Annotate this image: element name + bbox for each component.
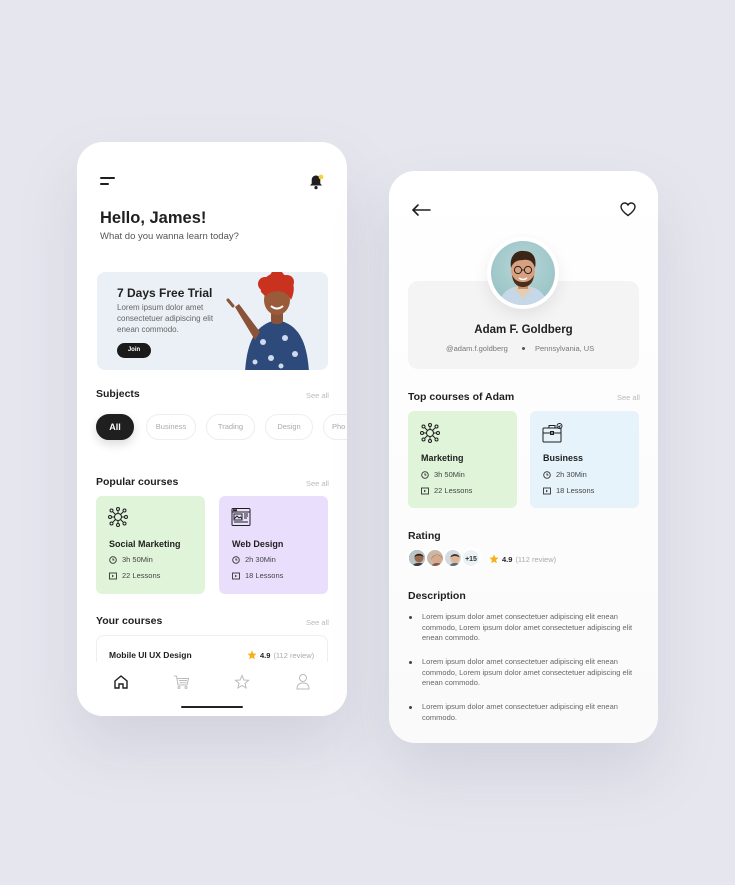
course-lessons: 18 Lessons	[232, 571, 283, 580]
profile-rating: 4.9 (112 review)	[489, 554, 556, 564]
briefcase-icon	[542, 422, 564, 449]
trial-text: Lorem ipsum dolor amet consectetuer adip…	[117, 303, 214, 334]
your-courses-see-all-link[interactable]: See all	[306, 618, 329, 627]
description-item: Lorem ipsum dolor amet consectetuer adip…	[408, 702, 638, 723]
star-icon	[247, 650, 257, 660]
course-lessons: 22 Lessons	[109, 571, 160, 580]
menu-icon[interactable]	[100, 177, 116, 185]
popular-see-all-link[interactable]: See all	[306, 479, 329, 488]
description-item: Lorem ipsum dolor amet consectetuer adip…	[408, 657, 638, 689]
subject-chip-all[interactable]: All	[96, 414, 134, 440]
network-icon	[108, 507, 128, 532]
lessons-icon	[543, 487, 551, 494]
your-course-title: Mobile UI UX Design	[109, 650, 192, 660]
separator-dot	[522, 347, 525, 350]
free-trial-banner[interactable]: 7 Days Free Trial Lorem ipsum dolor amet…	[97, 272, 328, 370]
subject-chip-design[interactable]: Design	[265, 414, 313, 440]
home-icon[interactable]	[113, 674, 129, 695]
network-icon	[420, 423, 440, 448]
profile-location: Pennsylvania, US	[535, 344, 595, 353]
course-title: Web Design	[232, 539, 284, 549]
greeting-title: Hello, James!	[100, 209, 207, 227]
course-title: Social Marketing	[109, 539, 181, 549]
star-icon[interactable]	[234, 674, 250, 695]
course-duration: 3h 50Min	[109, 555, 153, 564]
notification-bell-icon[interactable]	[307, 173, 325, 191]
lessons-icon	[421, 487, 429, 494]
course-card-business[interactable]: Business 2h 30Min 18 Lessons	[530, 411, 639, 508]
reviewer-avatar	[407, 548, 427, 568]
back-arrow-icon[interactable]	[411, 203, 431, 222]
course-card-web-design[interactable]: Web Design 2h 30Min 18 Lessons	[219, 496, 328, 594]
course-card-marketing[interactable]: Marketing 3h 50Min 22 Lessons	[408, 411, 517, 508]
profile-handle: @adam.f.goldberg	[446, 344, 508, 353]
course-title: Marketing	[421, 453, 464, 463]
course-duration: 3h 50Min	[421, 470, 465, 479]
greeting-subtitle: What do you wanna learn today?	[100, 231, 239, 242]
home-screen: Hello, James! What do you wanna learn to…	[77, 142, 347, 716]
trial-title: 7 Days Free Trial	[117, 286, 213, 300]
popular-courses-title: Popular courses	[96, 476, 179, 488]
clock-icon	[543, 470, 551, 479]
woman-photo	[225, 272, 325, 370]
web-layout-icon	[231, 507, 251, 532]
reviewer-avatar	[443, 548, 463, 568]
rating-title: Rating	[408, 530, 441, 542]
your-course-rating: 4.9 (112 review)	[247, 650, 314, 660]
clock-icon	[109, 555, 117, 564]
your-courses-title: Your courses	[96, 615, 163, 627]
star-icon	[489, 554, 499, 564]
description-item: Lorem ipsum dolor amet consectetuer adip…	[408, 612, 638, 644]
clock-icon	[232, 555, 240, 564]
course-card-social-marketing[interactable]: Social Marketing 3h 50Min 22 Lessons	[96, 496, 205, 594]
home-indicator	[181, 706, 243, 708]
subjects-title: Subjects	[96, 388, 140, 400]
subject-chip-photography[interactable]: Pho	[323, 414, 347, 440]
course-title: Business	[543, 453, 584, 463]
course-duration: 2h 30Min	[232, 555, 276, 564]
heart-icon[interactable]	[620, 202, 636, 222]
join-button[interactable]: Join	[117, 343, 151, 358]
subject-chip-trading[interactable]: Trading	[206, 414, 255, 440]
lessons-icon	[109, 572, 117, 579]
profile-screen: Adam F. Goldberg @adam.f.goldberg Pennsy…	[389, 171, 658, 743]
subject-chip-business[interactable]: Business	[146, 414, 196, 440]
subjects-see-all-link[interactable]: See all	[306, 391, 329, 400]
user-icon[interactable]	[295, 673, 311, 695]
more-reviewers-badge[interactable]: +15	[461, 548, 481, 568]
top-courses-see-all-link[interactable]: See all	[617, 393, 640, 402]
cart-icon[interactable]	[173, 674, 190, 695]
clock-icon	[421, 470, 429, 479]
top-courses-title: Top courses of Adam	[408, 391, 515, 403]
course-duration: 2h 30Min	[543, 470, 587, 479]
avatar	[487, 237, 559, 309]
lessons-icon	[232, 572, 240, 579]
reviewer-avatar	[425, 548, 445, 568]
course-lessons: 22 Lessons	[421, 486, 472, 495]
description-title: Description	[408, 590, 466, 602]
course-lessons: 18 Lessons	[543, 486, 594, 495]
profile-name: Adam F. Goldberg	[474, 324, 573, 336]
